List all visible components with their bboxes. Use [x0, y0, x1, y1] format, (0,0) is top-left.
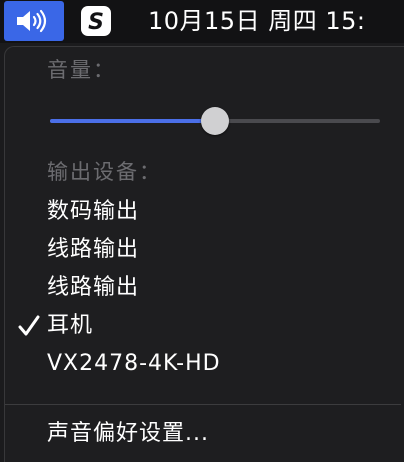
output-device-label: 线路输出 [47, 275, 140, 300]
output-device-item[interactable]: 数码输出 [5, 193, 401, 231]
menu-bar: S 10月15日 周四 15: [0, 0, 404, 43]
output-device-label: VX2478-4K-HD [47, 351, 221, 376]
volume-slider[interactable] [50, 107, 380, 135]
volume-slider-thumb[interactable] [201, 107, 229, 135]
screen: S 10月15日 周四 15: 音量： 输出设备： 数码输出 线路输出 线路输出… [0, 0, 404, 462]
menu-divider [5, 404, 401, 405]
output-device-item[interactable]: 线路输出 [5, 269, 401, 307]
input-method-button[interactable]: S [80, 5, 112, 37]
svg-text:S: S [88, 10, 104, 35]
output-device-label: 线路输出 [47, 237, 140, 262]
output-device-label: 耳机 [47, 313, 94, 338]
output-devices-section-label: 输出设备： [47, 160, 162, 184]
sound-preferences-label: 声音偏好设置... [47, 421, 209, 446]
sogou-input-icon: S [81, 6, 111, 36]
output-device-item[interactable]: VX2478-4K-HD [5, 345, 401, 383]
output-device-item[interactable]: 线路输出 [5, 231, 401, 269]
speaker-volume-icon [17, 9, 47, 33]
sound-preferences-item[interactable]: 声音偏好设置... [5, 415, 401, 453]
volume-section-label: 音量： [47, 58, 116, 82]
output-device-item[interactable]: 耳机 [5, 307, 401, 345]
output-device-label: 数码输出 [47, 199, 140, 224]
volume-dropdown-menu: 音量： 输出设备： 数码输出 线路输出 线路输出 耳机 VX2478-4K-HD… [4, 46, 404, 462]
volume-menu-extra-button[interactable] [4, 1, 64, 41]
checkmark-icon [18, 315, 40, 336]
volume-slider-fill [50, 119, 215, 123]
menu-bar-clock[interactable]: 10月15日 周四 15: [148, 6, 365, 36]
